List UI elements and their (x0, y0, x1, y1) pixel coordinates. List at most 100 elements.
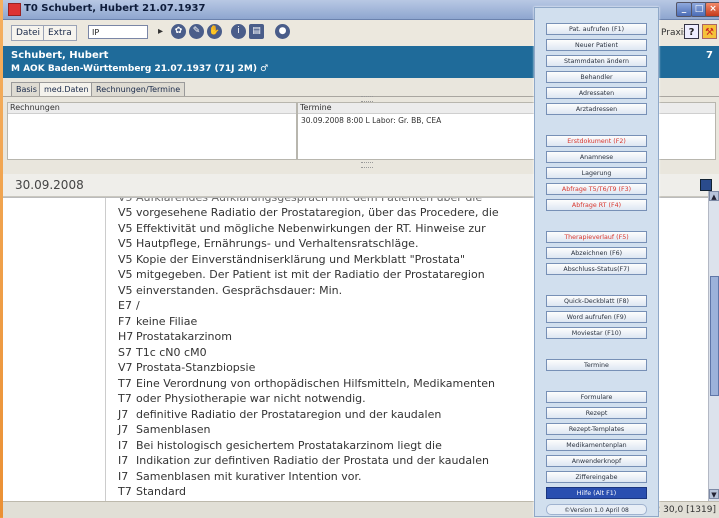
patient-number: 7 (706, 50, 713, 61)
help-icon[interactable]: ? (684, 24, 699, 39)
sidebar-button-pat-aufrufen-f1[interactable]: Pat. aufrufen (F1) (546, 23, 647, 35)
record-line-code: V5 (118, 268, 133, 281)
search-input[interactable]: IP (88, 25, 148, 39)
record-line: V5 Kopie der Einverständniserklärung und … (118, 253, 465, 266)
tab-basis[interactable]: Basis (11, 82, 42, 96)
record-line-code: V5 (118, 283, 133, 297)
record-line-code: V5 (118, 206, 133, 219)
sidebar-button-rezept[interactable]: Rezept (546, 407, 647, 419)
record-line-code: T7 (118, 376, 132, 390)
record-line-code: E7 (118, 299, 132, 312)
sidebar-button-stammdaten-ndern[interactable]: Stammdaten ändern (546, 55, 647, 67)
hand-icon[interactable]: ✋ (207, 24, 222, 39)
record-line: J7 Samenblasen (118, 423, 210, 436)
scroll-up-arrow[interactable]: ▲ (709, 191, 719, 201)
record-line: E7 / (118, 299, 140, 312)
menu-datei[interactable]: Datei (11, 25, 46, 41)
record-line-code: V7 (118, 361, 133, 374)
sidebar-button-therapieverlauf-f5[interactable]: Therapieverlauf (F5) (546, 231, 647, 243)
save-icon[interactable] (700, 179, 712, 191)
sidebar-button-moviestar-f10[interactable]: Moviestar (F10) (546, 327, 647, 339)
record-line-text: Kopie der Einverständniserklärung und Me… (136, 252, 466, 266)
record-line: V5 Aufklärendes Aufklärungsgespräch mit d… (118, 197, 483, 204)
sidebar-button-ziffereingabe[interactable]: Ziffereingabe (546, 471, 647, 483)
termine-entry[interactable]: 30.09.2008 8:00 L Labor: Gr. BB, CEA (301, 116, 441, 125)
record-line-code: I7 (118, 454, 129, 467)
minimize-button[interactable]: _ (676, 2, 692, 17)
record-line-text: Effektivität und mögliche Nebenwirkungen… (136, 221, 486, 235)
sidebar-button-abschluss-status-f7[interactable]: Abschluss-Status(F7) (546, 263, 647, 275)
tab-rechnungen-termine[interactable]: Rechnungen/Termine (91, 82, 186, 96)
record-line: T7 Standard (118, 485, 186, 498)
tab-med-daten[interactable]: med.Daten (39, 82, 94, 96)
scroll-down-arrow[interactable]: ▼ (709, 489, 719, 499)
sidebar-button-adressaten[interactable]: Adressaten (546, 87, 647, 99)
sidebar-button-rezept-templates[interactable]: Rezept-Templates (546, 423, 647, 435)
record-line-text: oder Physiotherapie war nicht notwendig. (136, 392, 366, 405)
record-line-text: einverstanden. Gesprächsdauer: Min. (136, 283, 343, 297)
sidebar-button-erstdokument-f2[interactable]: Erstdokument (F2) (546, 135, 647, 147)
version-label: ©Version 1.0 April 08 (546, 504, 647, 515)
info-icon[interactable]: i (231, 24, 246, 39)
record-line: V5 Hautpflege, Ernährungs- und Verhaltens… (118, 237, 418, 250)
sidebar-button-anwenderknopf[interactable]: Anwenderknopf (546, 455, 647, 467)
record-line-code: J7 (118, 423, 129, 436)
record-line: H7 Prostatakarzinom (118, 330, 232, 343)
sidebar-button-hilfe-alt-f1[interactable]: Hilfe (Alt F1) (546, 487, 647, 499)
sidebar-button-arztadressen[interactable]: Arztadressen (546, 103, 647, 115)
splitter-grip[interactable] (361, 162, 373, 168)
record-line-code: T7 (118, 392, 132, 405)
record-line-text: Samenblasen mit kurativer Intention vor. (136, 469, 362, 483)
record-line-code: J7 (118, 407, 129, 421)
rechnungen-label: Rechnungen (10, 103, 60, 112)
sidebar-button-medikamentenplan[interactable]: Medikamentenplan (546, 439, 647, 451)
record-line-text: Samenblasen (136, 423, 211, 436)
record-line: I7 Bei histologisch gesichertem Prostatak… (118, 439, 442, 452)
record-line: V5 einverstanden. Gesprächsdauer: Min. (118, 284, 342, 297)
tools-icon[interactable]: ⚒ (702, 24, 717, 39)
sidebar-button-quick-deckblatt-f8[interactable]: Quick-Deckblatt (F8) (546, 295, 647, 307)
splitter-grip[interactable] (361, 96, 373, 102)
record-line: F7 keine Filiae (118, 315, 197, 328)
record-line: T7 Eine Verordnung von orthopädischen Hil… (118, 377, 495, 390)
record-line-text: mitgegeben. Der Patient ist mit der Radi… (136, 268, 485, 281)
sidebar-button-formulare[interactable]: Formulare (546, 391, 647, 403)
record-line-text: keine Filiae (136, 314, 198, 328)
settings-icon[interactable]: ✿ (171, 24, 186, 39)
record-icon[interactable]: ● (275, 24, 290, 39)
sidebar-button-abfrage-rt-f4[interactable]: Abfrage RT (F4) (546, 199, 647, 211)
sidebar-button-behandler[interactable]: Behandler (546, 71, 647, 83)
scroll-thumb[interactable] (710, 276, 719, 396)
sidebar-button-termine[interactable]: Termine (546, 359, 647, 371)
close-button[interactable]: × (705, 2, 719, 17)
sidebar-button-lagerung[interactable]: Lagerung (546, 167, 647, 179)
record-line: I7 Samenblasen mit kurativer Intention vo… (118, 470, 362, 483)
sidebar-button-anamnese[interactable]: Anamnese (546, 151, 647, 163)
record-line: V5 mitgegeben. Der Patient ist mit der Ra… (118, 268, 485, 281)
sidebar-button-abfrage-t5-t6-t9-f3[interactable]: Abfrage T5/T6/T9 (F3) (546, 183, 647, 195)
record-line-code: I7 (118, 469, 129, 483)
play-icon[interactable]: ▸ (153, 24, 168, 39)
record-line-code: V5 (118, 237, 133, 250)
record-line-text: Prostata-Stanzbiopsie (136, 361, 256, 374)
record-line-text: / (136, 299, 140, 312)
sidebar-button-word-aufrufen-f9[interactable]: Word aufrufen (F9) (546, 311, 647, 323)
record-line: V5 Effektivität und mögliche Nebenwirkung… (118, 222, 486, 235)
record-line-code: F7 (118, 314, 132, 328)
status-text: 2 30,0 [1319] (654, 505, 716, 515)
record-line-text: vorgesehene Radiatio der Prostataregion,… (136, 206, 499, 219)
record-line-text: Prostatakarzinom (136, 330, 232, 343)
sidebar-button-neuer-patient[interactable]: Neuer Patient (546, 39, 647, 51)
record-line-text: Hautpflege, Ernährungs- und Verhaltensra… (136, 237, 419, 250)
rechnungen-panel[interactable]: Rechnungen (7, 102, 297, 160)
termine-label: Termine (300, 103, 332, 112)
document-icon[interactable]: ▤ (249, 24, 264, 39)
menu-extra[interactable]: Extra (43, 25, 77, 41)
sidebar-button-abzeichnen-f6[interactable]: Abzeichnen (F6) (546, 247, 647, 259)
app-icon (8, 3, 21, 16)
patient-info: M AOK Baden-Württemberg 21.07.1937 (71J … (11, 64, 269, 74)
action-side-panel: Pat. aufrufen (F1) Neuer Patient Stammdate… (534, 7, 659, 517)
patient-name: Schubert, Hubert (11, 50, 109, 61)
signature-icon[interactable]: ✎ (189, 24, 204, 39)
vertical-scrollbar[interactable]: ▲ ▼ (708, 191, 719, 501)
